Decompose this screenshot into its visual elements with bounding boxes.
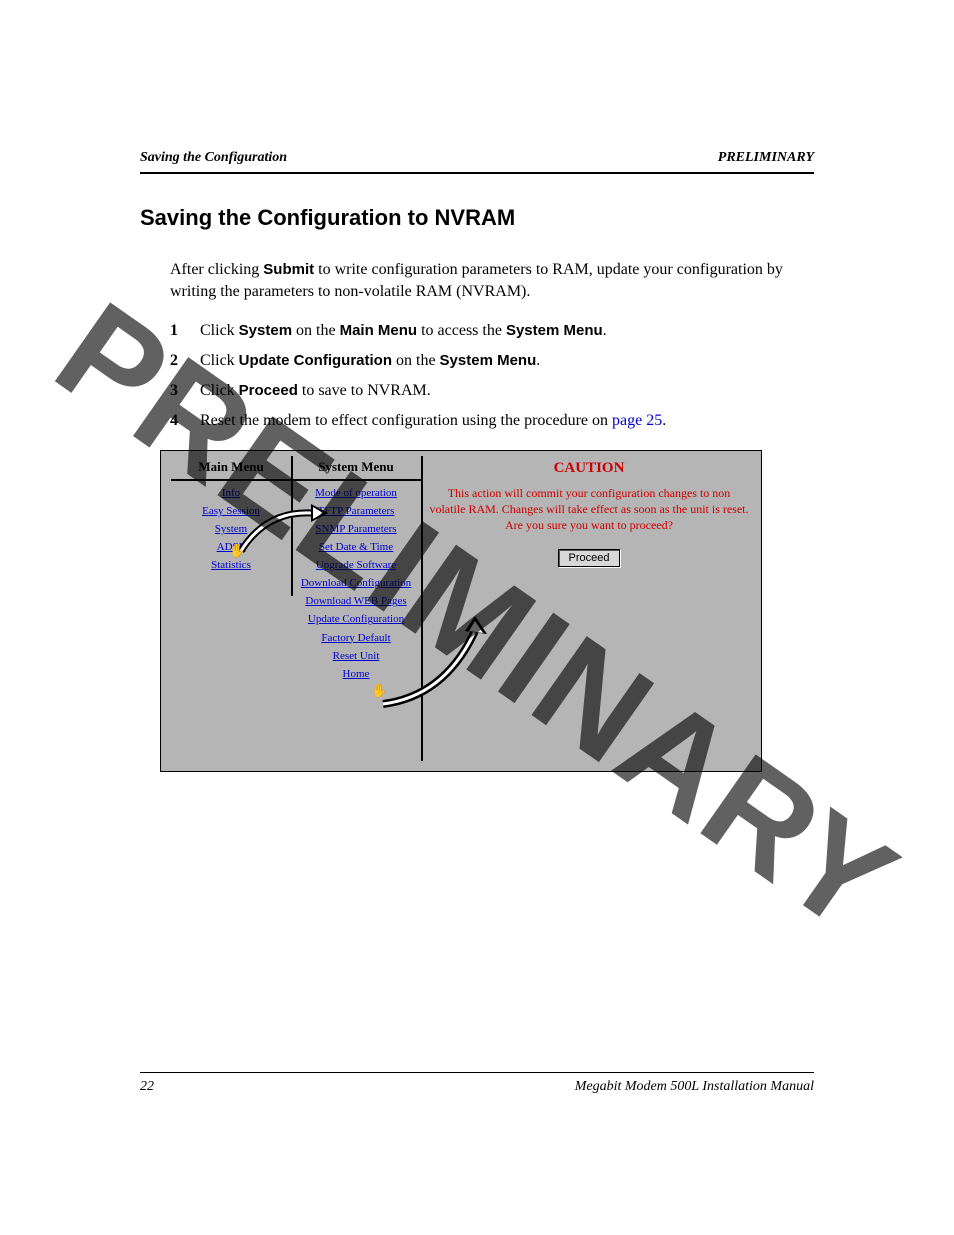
figure-screenshot: Main Menu Info Easy Session System ADSL …: [160, 450, 762, 772]
main-menu-panel: Main Menu Info Easy Session System ADSL …: [171, 456, 293, 596]
step-text: Click System on the Main Menu to access …: [200, 322, 607, 340]
caution-title: CAUTION: [421, 460, 757, 477]
system-menu-item-download-web[interactable]: Download WEB Pages: [291, 595, 421, 607]
cursor-icon: ✋: [229, 543, 245, 559]
cursor-icon: ✋: [371, 683, 387, 699]
system-menu-item-factory-default[interactable]: Factory Default: [291, 632, 421, 644]
main-menu-item-info[interactable]: Info: [171, 487, 291, 499]
step-number: 3: [170, 382, 200, 400]
step-2: 2 Click Update Configuration on the Syst…: [170, 352, 814, 370]
system-menu-item-home[interactable]: Home: [291, 668, 421, 680]
header-right: PRELIMINARY: [718, 150, 814, 166]
intro-bold-submit: Submit: [263, 261, 314, 278]
page-link[interactable]: page 25: [612, 412, 662, 429]
intro-text-1: After clicking: [170, 261, 263, 278]
main-menu-item-statistics[interactable]: Statistics: [171, 559, 291, 571]
system-menu-panel: System Menu Mode of operation TFTP Param…: [291, 456, 423, 761]
system-menu-item-mode[interactable]: Mode of operation: [291, 487, 421, 499]
main-menu-item-system[interactable]: System: [171, 523, 291, 535]
step-number: 2: [170, 352, 200, 370]
system-menu-item-download-config[interactable]: Download Configuration: [291, 577, 421, 589]
main-menu-title: Main Menu: [171, 456, 291, 481]
system-menu-item-update-config[interactable]: Update Configuration: [291, 613, 421, 625]
section-heading: Saving the Configuration to NVRAM: [140, 205, 814, 231]
system-menu-item-tftp[interactable]: TFTP Parameters: [291, 505, 421, 517]
caution-panel: CAUTION This action will commit your con…: [421, 456, 757, 568]
step-text: Click Proceed to save to NVRAM.: [200, 382, 431, 400]
step-1: 1 Click System on the Main Menu to acces…: [170, 322, 814, 340]
page-number: 22: [140, 1079, 154, 1095]
main-menu-item-easy-session[interactable]: Easy Session: [171, 505, 291, 517]
intro-paragraph: After clicking Submit to write configura…: [170, 259, 814, 304]
header-left: Saving the Configuration: [140, 150, 287, 166]
step-3: 3 Click Proceed to save to NVRAM.: [170, 382, 814, 400]
caution-text: This action will commit your configurati…: [421, 485, 757, 534]
step-text: Click Update Configuration on the System…: [200, 352, 540, 370]
system-menu-item-datetime[interactable]: Set Date & Time: [291, 541, 421, 553]
running-footer: 22 Megabit Modem 500L Installation Manua…: [140, 1072, 814, 1095]
system-menu-item-upgrade[interactable]: Upgrade Software: [291, 559, 421, 571]
system-menu-title: System Menu: [291, 456, 421, 481]
footer-title: Megabit Modem 500L Installation Manual: [575, 1079, 814, 1095]
step-number: 4: [170, 412, 200, 430]
running-header: Saving the Configuration PRELIMINARY: [140, 150, 814, 174]
step-number: 1: [170, 322, 200, 340]
step-text: Reset the modem to effect configuration …: [200, 412, 666, 430]
step-4: 4 Reset the modem to effect configuratio…: [170, 412, 814, 430]
page-content: Saving the Configuration to NVRAM After …: [140, 205, 814, 772]
system-menu-item-snmp[interactable]: SNMP Parameters: [291, 523, 421, 535]
system-menu-item-reset-unit[interactable]: Reset Unit: [291, 650, 421, 662]
proceed-button[interactable]: Proceed: [558, 549, 621, 567]
steps-list: 1 Click System on the Main Menu to acces…: [170, 322, 814, 430]
